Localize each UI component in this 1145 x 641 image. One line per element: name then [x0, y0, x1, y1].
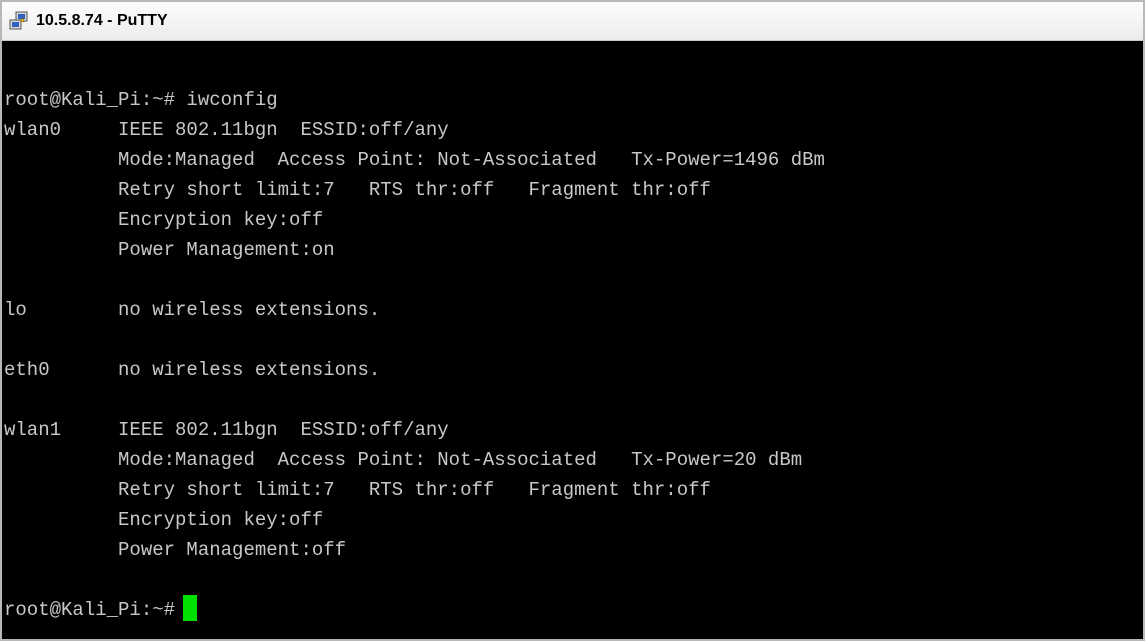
- window-title: 10.5.8.74 - PuTTY: [36, 12, 168, 29]
- terminal-line: Mode:Managed Access Point: Not-Associate…: [4, 145, 1143, 175]
- terminal-line: Power Management:on: [4, 235, 1143, 265]
- terminal-line: Mode:Managed Access Point: Not-Associate…: [4, 445, 1143, 475]
- terminal-line-text: root@Kali_Pi:~#: [4, 599, 176, 621]
- putty-window: 10.5.8.74 - PuTTY root@Kali_Pi:~# iwconf…: [0, 0, 1145, 641]
- terminal-line-text: Power Management:off: [4, 539, 347, 561]
- terminal-cursor: [183, 595, 198, 621]
- terminal-line: lo no wireless extensions.: [4, 295, 1143, 325]
- terminal-output[interactable]: root@Kali_Pi:~# iwconfig wlan0 IEEE 802.1…: [4, 85, 1143, 639]
- putty-icon: [8, 10, 30, 32]
- terminal-line: eth0 no wireless extensions.: [4, 355, 1143, 385]
- terminal-line: wlan0 IEEE 802.11bgn ESSID:off/any: [4, 115, 1143, 145]
- terminal-line-text: Retry short limit:7 RTS thr:off Fragment…: [4, 179, 711, 201]
- terminal-line: root@Kali_Pi:~# iwconfig: [4, 85, 1143, 115]
- terminal-line: Retry short limit:7 RTS thr:off Fragment…: [4, 475, 1143, 505]
- terminal-line: Encryption key:off: [4, 205, 1143, 235]
- terminal-line: Retry short limit:7 RTS thr:off Fragment…: [4, 175, 1143, 205]
- terminal-line-text: wlan0 IEEE 802.11bgn ESSID:off/any: [4, 119, 449, 141]
- terminal-line: Power Management:off: [4, 535, 1143, 565]
- title-bar[interactable]: 10.5.8.74 - PuTTY: [2, 2, 1143, 41]
- terminal-line-text: Mode:Managed Access Point: Not-Associate…: [4, 149, 825, 171]
- terminal-line-text: Retry short limit:7 RTS thr:off Fragment…: [4, 479, 711, 501]
- terminal-line: Encryption key:off: [4, 505, 1143, 535]
- terminal-line-text: Encryption key:off: [4, 509, 324, 531]
- terminal-line-text: root@Kali_Pi:~# iwconfig: [4, 89, 278, 111]
- terminal-line-text: Power Management:on: [4, 239, 335, 261]
- terminal-line: wlan1 IEEE 802.11bgn ESSID:off/any: [4, 415, 1143, 445]
- terminal-line-text: eth0 no wireless extensions.: [4, 359, 381, 381]
- terminal-line-text: lo no wireless extensions.: [4, 299, 381, 321]
- terminal-line-text: Encryption key:off: [4, 209, 324, 231]
- terminal-line: root@Kali_Pi:~#: [4, 595, 1143, 625]
- terminal-line-text: wlan1 IEEE 802.11bgn ESSID:off/any: [4, 419, 449, 441]
- terminal-line-text: Mode:Managed Access Point: Not-Associate…: [4, 449, 803, 471]
